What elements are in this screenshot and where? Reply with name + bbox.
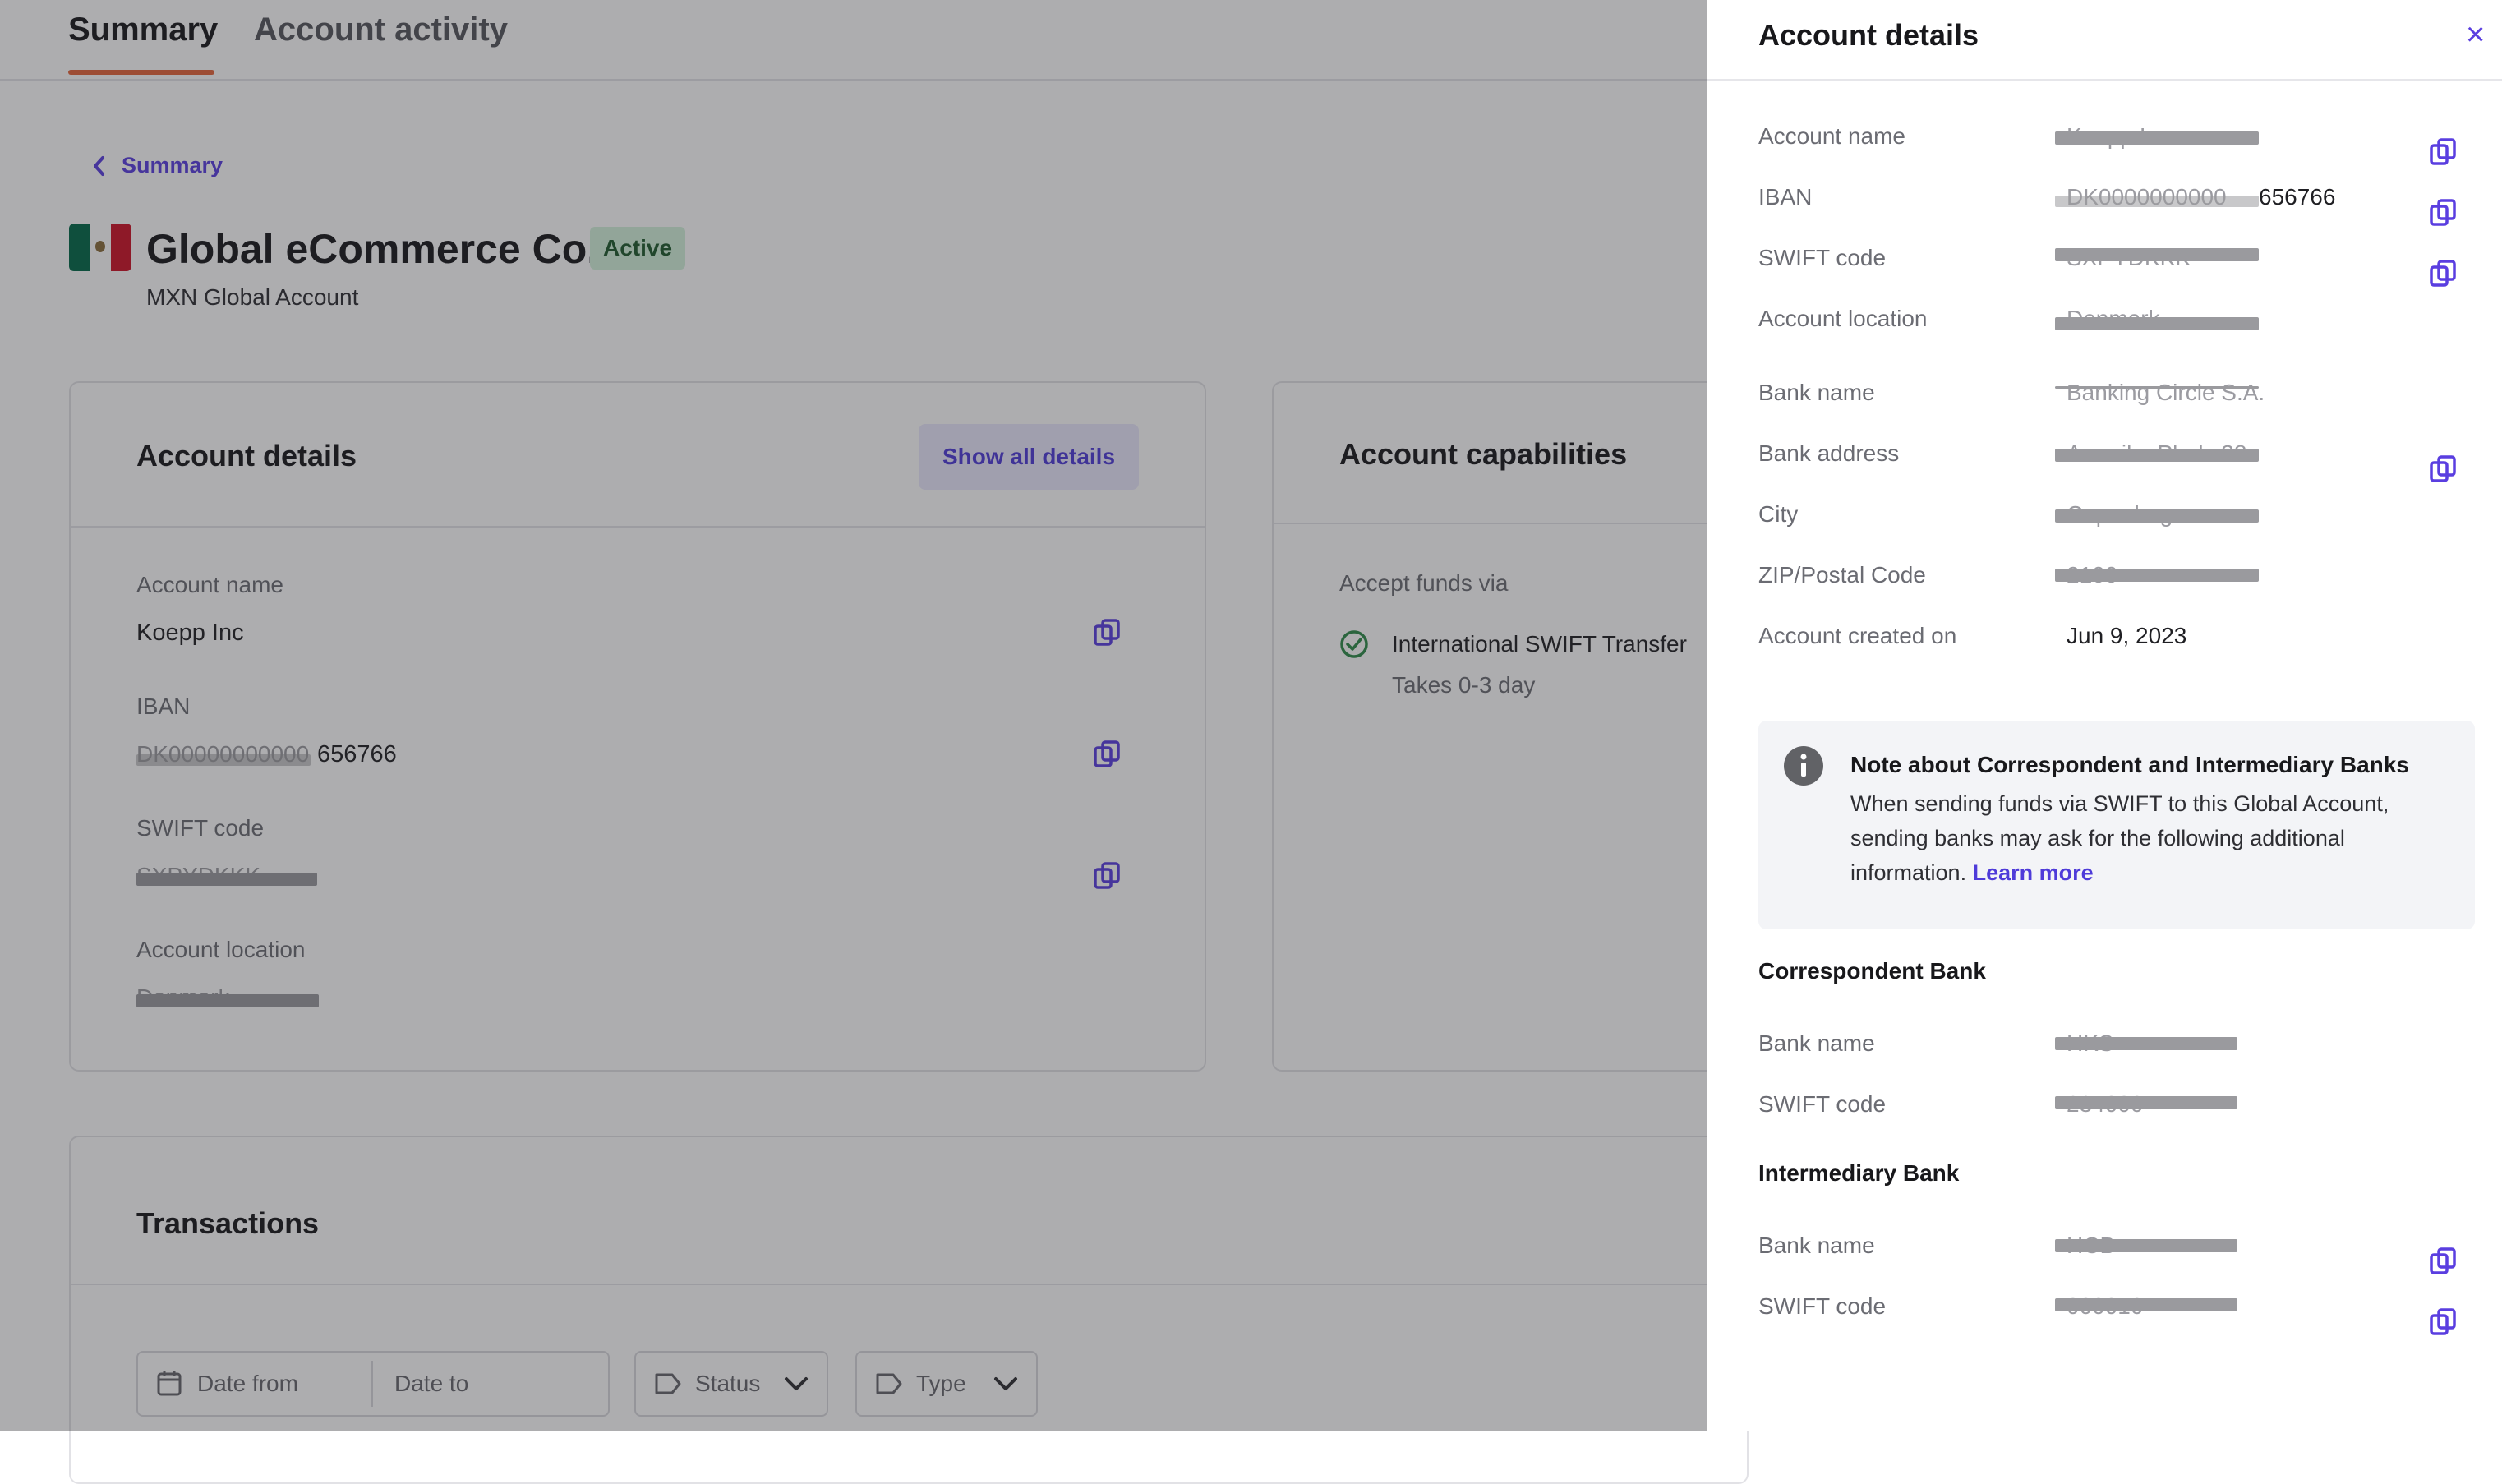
drawer-title: Account details — [1758, 18, 1979, 52]
redaction-bar — [2055, 317, 2259, 330]
drawer-header: Account details × — [1707, 0, 2502, 81]
swift-code-label: SWIFT code — [1758, 245, 1887, 270]
redaction-bar — [2055, 509, 2259, 523]
intermediary-swift-label: SWIFT code — [1758, 1293, 1887, 1319]
iban-value: 656766 — [2259, 184, 2336, 210]
intermediary-bank-title: Intermediary Bank — [1758, 1160, 1960, 1186]
note-box: Note about Correspondent and Intermediar… — [1758, 721, 2475, 929]
redaction-bar — [2055, 569, 2259, 582]
copy-icon[interactable] — [2429, 137, 2457, 167]
bank-name-masked: Banking Circle S.A. — [2067, 380, 2265, 405]
iban-label: IBAN — [1758, 184, 1813, 210]
learn-more-link[interactable]: Learn more — [1973, 860, 2094, 885]
city-label: City — [1758, 501, 1799, 527]
account-details-drawer: Account details × Account name Koepp Inc… — [1707, 0, 2502, 1431]
redaction-bar — [2055, 196, 2259, 207]
account-created-value: Jun 9, 2023 — [2067, 623, 2187, 648]
redaction-bar — [2055, 386, 2259, 389]
redaction-bar — [2055, 1298, 2237, 1311]
intermediary-bank-name-label: Bank name — [1758, 1233, 1875, 1258]
correspondent-swift-label: SWIFT code — [1758, 1091, 1887, 1117]
modal-backdrop[interactable] — [0, 0, 1707, 1431]
close-icon[interactable]: × — [2466, 16, 2485, 53]
copy-icon[interactable] — [2429, 454, 2457, 484]
note-text: When sending funds via SWIFT to this Glo… — [1850, 786, 2442, 890]
note-body: When sending funds via SWIFT to this Glo… — [1850, 791, 2389, 885]
redaction-bar — [2055, 131, 2259, 145]
bank-address-label: Bank address — [1758, 440, 1900, 466]
account-created-label: Account created on — [1758, 623, 1957, 648]
redaction-bar — [2055, 449, 2259, 462]
redaction-bar — [2055, 1037, 2237, 1050]
redaction-bar — [2055, 1239, 2237, 1252]
redaction-bar — [2055, 1096, 2237, 1109]
account-location-label: Account location — [1758, 306, 1928, 331]
copy-icon[interactable] — [2429, 1247, 2457, 1276]
correspondent-bank-title: Correspondent Bank — [1758, 958, 1986, 984]
account-name-label: Account name — [1758, 123, 1905, 149]
note-title: Note about Correspondent and Intermediar… — [1850, 752, 2409, 777]
bank-name-label: Bank name — [1758, 380, 1875, 405]
info-icon — [1784, 746, 1823, 786]
copy-icon[interactable] — [2429, 259, 2457, 288]
zip-postal-code-label: ZIP/Postal Code — [1758, 562, 1926, 588]
copy-icon[interactable] — [2429, 198, 2457, 228]
copy-icon[interactable] — [2429, 1307, 2457, 1337]
redaction-bar — [2055, 248, 2259, 261]
correspondent-bank-name-label: Bank name — [1758, 1030, 1875, 1056]
